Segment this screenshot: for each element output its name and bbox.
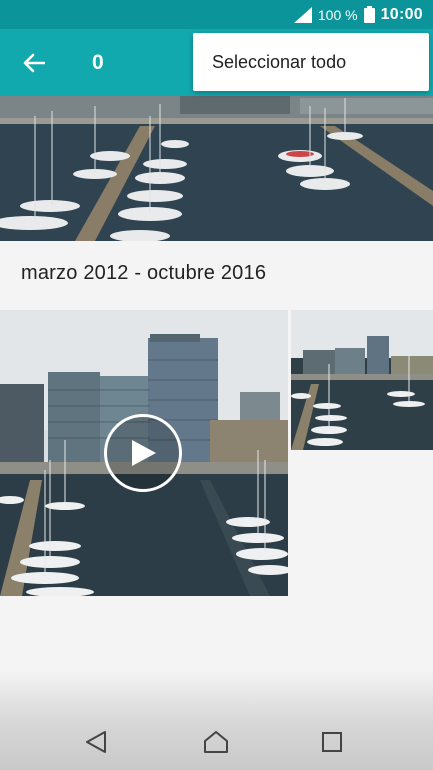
overflow-menu: Seleccionar todo [193, 33, 429, 91]
play-icon [132, 440, 156, 466]
section-date-header: marzo 2012 - octubre 2016 [21, 262, 267, 284]
status-icons: 100 % 10:00 [293, 0, 423, 29]
play-button[interactable] [104, 414, 182, 492]
selected-count: 0 [92, 50, 104, 74]
menu-item-select-all[interactable]: Seleccionar todo [193, 33, 429, 91]
nav-back-button[interactable] [74, 722, 118, 762]
battery-icon [363, 6, 375, 23]
photo-thumbnail[interactable] [0, 96, 433, 241]
nav-home-button[interactable] [194, 722, 238, 762]
signal-icon [293, 6, 312, 23]
photo-thumbnail[interactable] [291, 310, 433, 450]
status-bar: 100 % 10:00 [0, 0, 433, 29]
nav-home-icon [204, 731, 228, 753]
nav-back-icon [86, 731, 106, 753]
nav-recents-button[interactable] [310, 722, 354, 762]
clock: 10:00 [380, 5, 423, 23]
nav-recents-icon [322, 732, 342, 752]
battery-percent: 100 % [317, 6, 358, 23]
back-button[interactable] [14, 43, 54, 83]
arrow-back-icon [23, 53, 45, 73]
video-thumbnail[interactable] [0, 310, 288, 596]
navigation-bar [0, 670, 433, 770]
